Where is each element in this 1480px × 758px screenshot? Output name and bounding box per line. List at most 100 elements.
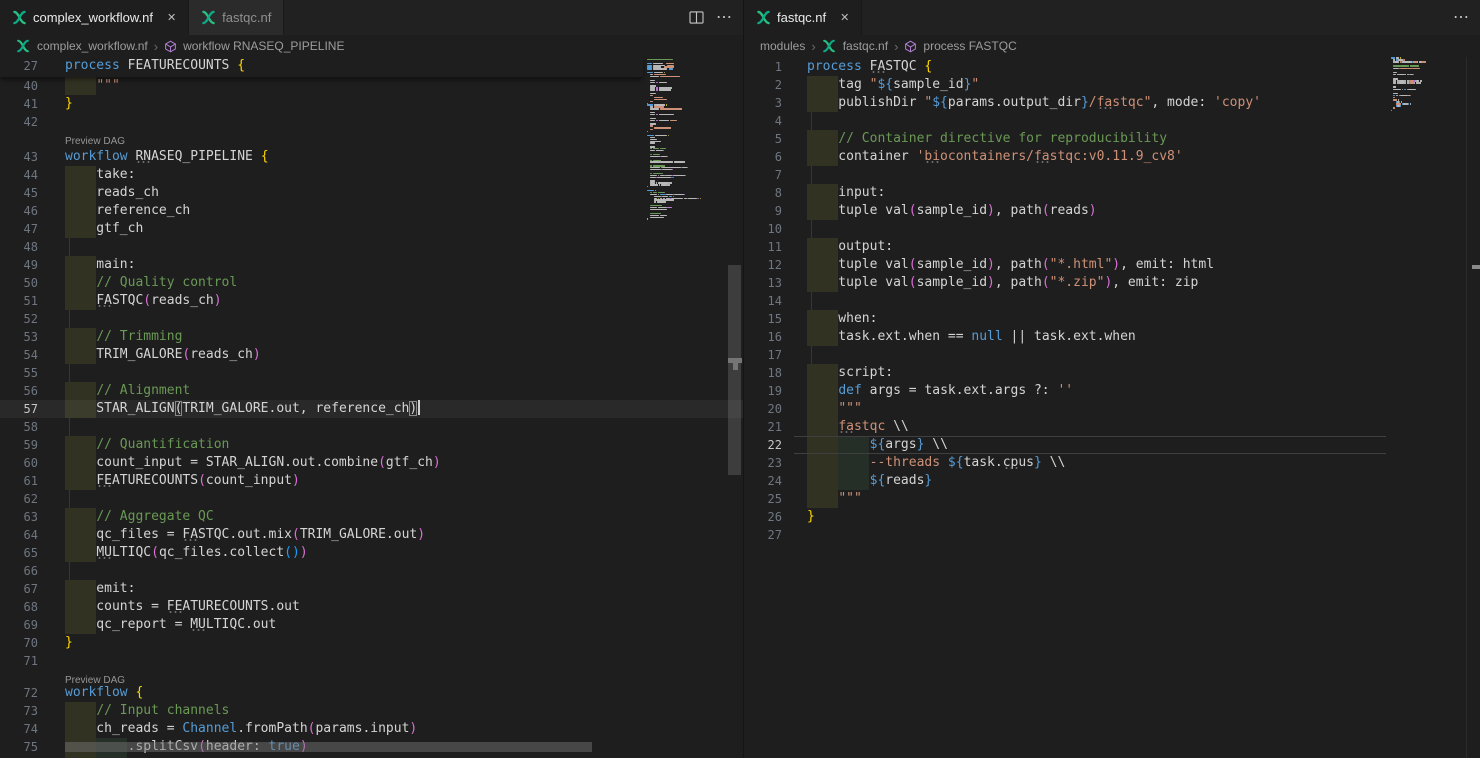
code-line[interactable]: 40 """	[0, 77, 743, 95]
line-number[interactable]: 8	[744, 184, 782, 202]
code-line[interactable]: 16 task.ext.when == null || task.ext.whe…	[744, 328, 1480, 346]
breadcrumb-file[interactable]: fastqc.nf	[843, 39, 888, 53]
code-line[interactable]: 57 STAR_ALIGN(TRIM_GALORE.out, reference…	[0, 400, 743, 418]
code-line[interactable]: 68 counts = FEATURECOUNTS.out	[0, 598, 743, 616]
code-line[interactable]: 73 // Input channels	[0, 702, 743, 720]
line-number[interactable]: 17	[744, 346, 782, 364]
breadcrumb-file[interactable]: complex_workflow.nf	[37, 39, 148, 53]
horizontal-scrollbar[interactable]	[65, 742, 592, 752]
code-line[interactable]: 66	[0, 562, 743, 580]
code-line[interactable]: 59 // Quantification	[0, 436, 743, 454]
line-number[interactable]: 6	[744, 148, 782, 166]
line-number[interactable]: 12	[744, 256, 782, 274]
line-number[interactable]: 58	[0, 418, 38, 436]
code-line[interactable]: 72workflow {	[0, 684, 743, 702]
code-line[interactable]: 10	[744, 220, 1480, 238]
line-number[interactable]: 57	[0, 400, 38, 418]
code-line[interactable]: 49 main:	[0, 256, 743, 274]
breadcrumb-symbol[interactable]: process FASTQC	[923, 39, 1016, 53]
line-number[interactable]: 10	[744, 220, 782, 238]
line-number[interactable]: 62	[0, 490, 38, 508]
code-line[interactable]: 71	[0, 652, 743, 670]
code-line[interactable]: 60 count_input = STAR_ALIGN.out.combine(…	[0, 454, 743, 472]
line-number[interactable]: 4	[744, 112, 782, 130]
code-line[interactable]: 19 def args = task.ext.args ?: ''	[744, 382, 1480, 400]
line-number[interactable]: 26	[744, 508, 782, 526]
line-number[interactable]: 49	[0, 256, 38, 274]
line-number[interactable]: 7	[744, 166, 782, 184]
code-line[interactable]: 51 FASTQC(reads_ch)	[0, 292, 743, 310]
line-number[interactable]: 69	[0, 616, 38, 634]
line-number[interactable]: 75	[0, 738, 38, 756]
code-line[interactable]: 61 FEATURECOUNTS(count_input)	[0, 472, 743, 490]
code-line[interactable]: 69 qc_report = MULTIQC.out	[0, 616, 743, 634]
split-editor-icon[interactable]	[689, 11, 704, 24]
line-number[interactable]: 60	[0, 454, 38, 472]
code-line[interactable]: 8 input:	[744, 184, 1480, 202]
breadcrumb-symbol[interactable]: workflow RNASEQ_PIPELINE	[183, 39, 344, 53]
line-number[interactable]: 56	[0, 382, 38, 400]
code-editor-left[interactable]: 27process FEATURECOUNTS { 40 """41}42Pre…	[0, 57, 743, 758]
line-number[interactable]: 27	[0, 57, 38, 75]
code-line[interactable]: 20 """	[744, 400, 1480, 418]
code-line[interactable]: 52	[0, 310, 743, 328]
code-line[interactable]: 12 tuple val(sample_id), path("*.html"),…	[744, 256, 1480, 274]
line-number[interactable]: 24	[744, 472, 782, 490]
line-number[interactable]: 52	[0, 310, 38, 328]
code-editor-right[interactable]: 1process FASTQC {2 tag "${sample_id}"3 p…	[744, 57, 1480, 758]
code-line[interactable]: 64 qc_files = FASTQC.out.mix(TRIM_GALORE…	[0, 526, 743, 544]
code-line[interactable]: 17	[744, 346, 1480, 364]
sticky-scroll-line[interactable]: 27process FEATURECOUNTS {	[0, 57, 643, 77]
line-number[interactable]: 59	[0, 436, 38, 454]
code-line[interactable]: 65 MULTIQC(qc_files.collect())	[0, 544, 743, 562]
scrollbar-handle-icon[interactable]	[733, 363, 738, 370]
line-number[interactable]: 72	[0, 684, 38, 702]
code-line[interactable]: 46 reference_ch	[0, 202, 743, 220]
code-line[interactable]: 54 TRIM_GALORE(reads_ch)	[0, 346, 743, 364]
line-number[interactable]: 43	[0, 148, 38, 166]
line-number[interactable]: 73	[0, 702, 38, 720]
breadcrumb-folder[interactable]: modules	[760, 39, 805, 53]
line-number[interactable]: 74	[0, 720, 38, 738]
line-number[interactable]: 27	[744, 526, 782, 544]
code-line[interactable]: 26}	[744, 508, 1480, 526]
code-line[interactable]: 44 take:	[0, 166, 743, 184]
code-line[interactable]: 56 // Alignment	[0, 382, 743, 400]
code-line[interactable]: 3 publishDir "${params.output_dir}/fastq…	[744, 94, 1480, 112]
code-line[interactable]: 25 """	[744, 490, 1480, 508]
code-line[interactable]: 55	[0, 364, 743, 382]
code-line[interactable]: 24 ${reads}	[744, 472, 1480, 490]
code-line[interactable]: 53 // Trimming	[0, 328, 743, 346]
line-number[interactable]: 40	[0, 77, 38, 95]
code-line[interactable]: 41}	[0, 95, 743, 113]
line-number[interactable]: 46	[0, 202, 38, 220]
code-line[interactable]: 2 tag "${sample_id}"	[744, 76, 1480, 94]
line-number[interactable]: 54	[0, 346, 38, 364]
line-number[interactable]: 51	[0, 292, 38, 310]
code-line[interactable]: 23 --threads ${task.cpus} \\	[744, 454, 1480, 472]
code-line[interactable]: 58	[0, 418, 743, 436]
close-icon[interactable]: ✕	[167, 11, 176, 24]
line-number[interactable]: 47	[0, 220, 38, 238]
code-line[interactable]: 70}	[0, 634, 743, 652]
line-number[interactable]: 67	[0, 580, 38, 598]
code-line[interactable]: 21 fastqc \\	[744, 418, 1480, 436]
line-number[interactable]: 15	[744, 310, 782, 328]
line-number[interactable]: 21	[744, 418, 782, 436]
line-number[interactable]: 2	[744, 76, 782, 94]
code-line[interactable]: 42	[0, 113, 743, 131]
line-number[interactable]: 66	[0, 562, 38, 580]
line-number[interactable]: 45	[0, 184, 38, 202]
line-number[interactable]: 3	[744, 94, 782, 112]
code-line[interactable]: 74 ch_reads = Channel.fromPath(params.in…	[0, 720, 743, 738]
tab-complex-workflow[interactable]: complex_workflow.nf ✕	[0, 0, 189, 35]
line-number[interactable]: 16	[744, 328, 782, 346]
line-number[interactable]: 65	[0, 544, 38, 562]
code-line[interactable]: 50 // Quality control	[0, 274, 743, 292]
code-line[interactable]: 27	[744, 526, 1480, 544]
line-number[interactable]: 13	[744, 274, 782, 292]
line-number[interactable]: 41	[0, 95, 38, 113]
line-number[interactable]: 22	[744, 436, 782, 454]
line-number[interactable]: 14	[744, 292, 782, 310]
code-line[interactable]: 47 gtf_ch	[0, 220, 743, 238]
